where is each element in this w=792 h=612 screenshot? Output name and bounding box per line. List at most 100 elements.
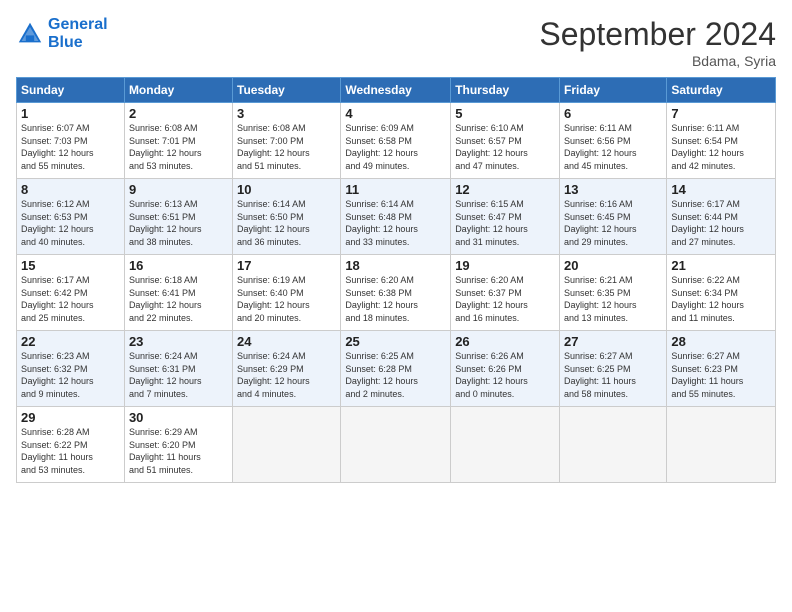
logo-icon	[16, 20, 44, 48]
day-info: Sunrise: 6:26 AM Sunset: 6:26 PM Dayligh…	[455, 350, 555, 400]
header-sunday: Sunday	[17, 78, 125, 103]
empty-cell	[560, 407, 667, 483]
day-info: Sunrise: 6:11 AM Sunset: 6:56 PM Dayligh…	[564, 122, 662, 172]
day-cell-20: 20Sunrise: 6:21 AM Sunset: 6:35 PM Dayli…	[560, 255, 667, 331]
empty-cell	[341, 407, 451, 483]
day-number: 22	[21, 334, 120, 349]
day-info: Sunrise: 6:29 AM Sunset: 6:20 PM Dayligh…	[129, 426, 228, 476]
day-info: Sunrise: 6:07 AM Sunset: 7:03 PM Dayligh…	[21, 122, 120, 172]
day-cell-7: 7Sunrise: 6:11 AM Sunset: 6:54 PM Daylig…	[667, 103, 776, 179]
day-number: 20	[564, 258, 662, 273]
day-number: 25	[345, 334, 446, 349]
day-number: 6	[564, 106, 662, 121]
day-cell-12: 12Sunrise: 6:15 AM Sunset: 6:47 PM Dayli…	[451, 179, 560, 255]
day-info: Sunrise: 6:17 AM Sunset: 6:42 PM Dayligh…	[21, 274, 120, 324]
header-wednesday: Wednesday	[341, 78, 451, 103]
day-number: 30	[129, 410, 228, 425]
day-info: Sunrise: 6:11 AM Sunset: 6:54 PM Dayligh…	[671, 122, 771, 172]
day-info: Sunrise: 6:28 AM Sunset: 6:22 PM Dayligh…	[21, 426, 120, 476]
day-info: Sunrise: 6:27 AM Sunset: 6:23 PM Dayligh…	[671, 350, 771, 400]
logo-text: General Blue	[48, 16, 108, 51]
calendar-header-row: SundayMondayTuesdayWednesdayThursdayFrid…	[17, 78, 776, 103]
day-cell-14: 14Sunrise: 6:17 AM Sunset: 6:44 PM Dayli…	[667, 179, 776, 255]
calendar-week-0: 1Sunrise: 6:07 AM Sunset: 7:03 PM Daylig…	[17, 103, 776, 179]
day-cell-3: 3Sunrise: 6:08 AM Sunset: 7:00 PM Daylig…	[233, 103, 341, 179]
day-cell-6: 6Sunrise: 6:11 AM Sunset: 6:56 PM Daylig…	[560, 103, 667, 179]
header-thursday: Thursday	[451, 78, 560, 103]
empty-cell	[451, 407, 560, 483]
day-info: Sunrise: 6:25 AM Sunset: 6:28 PM Dayligh…	[345, 350, 446, 400]
day-cell-10: 10Sunrise: 6:14 AM Sunset: 6:50 PM Dayli…	[233, 179, 341, 255]
day-number: 8	[21, 182, 120, 197]
day-cell-15: 15Sunrise: 6:17 AM Sunset: 6:42 PM Dayli…	[17, 255, 125, 331]
day-number: 15	[21, 258, 120, 273]
day-number: 28	[671, 334, 771, 349]
day-info: Sunrise: 6:08 AM Sunset: 7:00 PM Dayligh…	[237, 122, 336, 172]
day-number: 19	[455, 258, 555, 273]
day-info: Sunrise: 6:27 AM Sunset: 6:25 PM Dayligh…	[564, 350, 662, 400]
day-number: 2	[129, 106, 228, 121]
day-cell-2: 2Sunrise: 6:08 AM Sunset: 7:01 PM Daylig…	[124, 103, 232, 179]
day-number: 13	[564, 182, 662, 197]
day-cell-4: 4Sunrise: 6:09 AM Sunset: 6:58 PM Daylig…	[341, 103, 451, 179]
calendar-week-4: 29Sunrise: 6:28 AM Sunset: 6:22 PM Dayli…	[17, 407, 776, 483]
calendar-week-2: 15Sunrise: 6:17 AM Sunset: 6:42 PM Dayli…	[17, 255, 776, 331]
day-info: Sunrise: 6:10 AM Sunset: 6:57 PM Dayligh…	[455, 122, 555, 172]
day-cell-19: 19Sunrise: 6:20 AM Sunset: 6:37 PM Dayli…	[451, 255, 560, 331]
day-cell-26: 26Sunrise: 6:26 AM Sunset: 6:26 PM Dayli…	[451, 331, 560, 407]
day-info: Sunrise: 6:17 AM Sunset: 6:44 PM Dayligh…	[671, 198, 771, 248]
day-cell-30: 30Sunrise: 6:29 AM Sunset: 6:20 PM Dayli…	[124, 407, 232, 483]
calendar-week-3: 22Sunrise: 6:23 AM Sunset: 6:32 PM Dayli…	[17, 331, 776, 407]
day-number: 5	[455, 106, 555, 121]
day-info: Sunrise: 6:13 AM Sunset: 6:51 PM Dayligh…	[129, 198, 228, 248]
day-info: Sunrise: 6:14 AM Sunset: 6:48 PM Dayligh…	[345, 198, 446, 248]
calendar-table: SundayMondayTuesdayWednesdayThursdayFrid…	[16, 77, 776, 483]
day-number: 14	[671, 182, 771, 197]
day-cell-24: 24Sunrise: 6:24 AM Sunset: 6:29 PM Dayli…	[233, 331, 341, 407]
day-cell-27: 27Sunrise: 6:27 AM Sunset: 6:25 PM Dayli…	[560, 331, 667, 407]
day-number: 16	[129, 258, 228, 273]
day-number: 27	[564, 334, 662, 349]
day-info: Sunrise: 6:09 AM Sunset: 6:58 PM Dayligh…	[345, 122, 446, 172]
day-number: 1	[21, 106, 120, 121]
day-cell-18: 18Sunrise: 6:20 AM Sunset: 6:38 PM Dayli…	[341, 255, 451, 331]
day-info: Sunrise: 6:21 AM Sunset: 6:35 PM Dayligh…	[564, 274, 662, 324]
day-info: Sunrise: 6:24 AM Sunset: 6:31 PM Dayligh…	[129, 350, 228, 400]
day-info: Sunrise: 6:20 AM Sunset: 6:38 PM Dayligh…	[345, 274, 446, 324]
day-cell-29: 29Sunrise: 6:28 AM Sunset: 6:22 PM Dayli…	[17, 407, 125, 483]
header-friday: Friday	[560, 78, 667, 103]
day-cell-9: 9Sunrise: 6:13 AM Sunset: 6:51 PM Daylig…	[124, 179, 232, 255]
day-number: 23	[129, 334, 228, 349]
day-info: Sunrise: 6:18 AM Sunset: 6:41 PM Dayligh…	[129, 274, 228, 324]
day-number: 26	[455, 334, 555, 349]
day-cell-22: 22Sunrise: 6:23 AM Sunset: 6:32 PM Dayli…	[17, 331, 125, 407]
day-cell-16: 16Sunrise: 6:18 AM Sunset: 6:41 PM Dayli…	[124, 255, 232, 331]
day-info: Sunrise: 6:23 AM Sunset: 6:32 PM Dayligh…	[21, 350, 120, 400]
day-number: 3	[237, 106, 336, 121]
day-cell-17: 17Sunrise: 6:19 AM Sunset: 6:40 PM Dayli…	[233, 255, 341, 331]
header-tuesday: Tuesday	[233, 78, 341, 103]
day-cell-8: 8Sunrise: 6:12 AM Sunset: 6:53 PM Daylig…	[17, 179, 125, 255]
day-cell-23: 23Sunrise: 6:24 AM Sunset: 6:31 PM Dayli…	[124, 331, 232, 407]
day-info: Sunrise: 6:19 AM Sunset: 6:40 PM Dayligh…	[237, 274, 336, 324]
month-title: September 2024	[539, 16, 776, 53]
day-info: Sunrise: 6:20 AM Sunset: 6:37 PM Dayligh…	[455, 274, 555, 324]
day-number: 4	[345, 106, 446, 121]
header-monday: Monday	[124, 78, 232, 103]
day-info: Sunrise: 6:14 AM Sunset: 6:50 PM Dayligh…	[237, 198, 336, 248]
empty-cell	[667, 407, 776, 483]
day-cell-1: 1Sunrise: 6:07 AM Sunset: 7:03 PM Daylig…	[17, 103, 125, 179]
day-cell-5: 5Sunrise: 6:10 AM Sunset: 6:57 PM Daylig…	[451, 103, 560, 179]
day-cell-25: 25Sunrise: 6:25 AM Sunset: 6:28 PM Dayli…	[341, 331, 451, 407]
day-number: 9	[129, 182, 228, 197]
day-number: 17	[237, 258, 336, 273]
day-info: Sunrise: 6:12 AM Sunset: 6:53 PM Dayligh…	[21, 198, 120, 248]
logo: General Blue	[16, 16, 108, 51]
day-number: 21	[671, 258, 771, 273]
header-saturday: Saturday	[667, 78, 776, 103]
empty-cell	[233, 407, 341, 483]
day-info: Sunrise: 6:15 AM Sunset: 6:47 PM Dayligh…	[455, 198, 555, 248]
day-info: Sunrise: 6:16 AM Sunset: 6:45 PM Dayligh…	[564, 198, 662, 248]
day-number: 10	[237, 182, 336, 197]
day-number: 29	[21, 410, 120, 425]
